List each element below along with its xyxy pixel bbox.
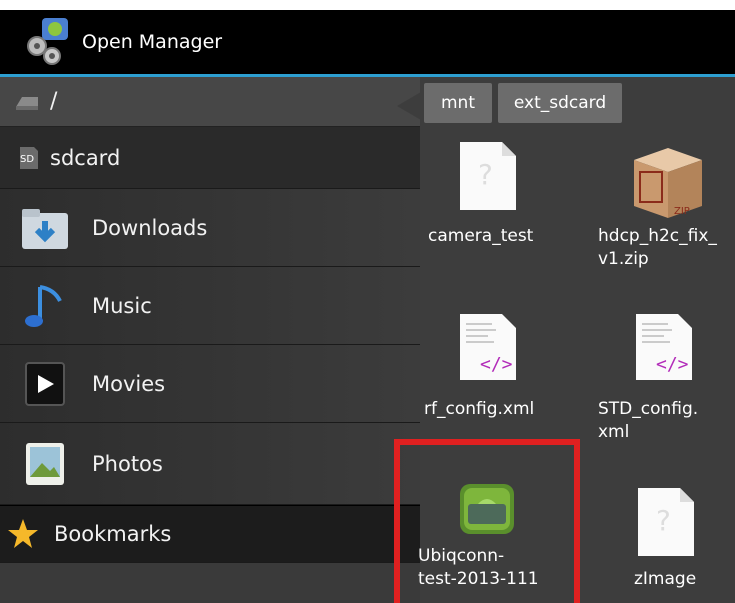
star-icon	[6, 517, 40, 551]
movie-play-icon	[20, 359, 70, 409]
sidebar-item-downloads[interactable]: Downloads	[0, 189, 420, 267]
svg-text:ZIP: ZIP	[674, 206, 690, 217]
xml-file-icon[interactable]: </>	[458, 312, 518, 386]
sidebar-item-movies[interactable]: Movies	[0, 345, 420, 423]
title-bar: Open Manager	[0, 10, 735, 74]
file-name[interactable]: zImage	[634, 568, 696, 591]
drive-icon	[14, 93, 40, 111]
sidebar-item-label: Movies	[92, 371, 166, 396]
file-name[interactable]: hdcp_h2c_fix_ v1.zip	[598, 225, 735, 271]
sidebar-item-label: Photos	[92, 451, 163, 476]
sidebar-item-label: Downloads	[92, 215, 208, 240]
app-title: Open Manager	[82, 31, 223, 53]
sidebar: / SD sdcard Downloads Music Movies Photo…	[0, 77, 420, 603]
sidebar-item-label: /	[50, 89, 58, 114]
svg-text:?: ?	[478, 158, 493, 191]
xml-file-icon[interactable]: </>	[634, 312, 694, 386]
unknown-file-icon[interactable]: ?	[636, 486, 696, 562]
music-note-icon	[20, 281, 70, 331]
highlight-box	[394, 439, 580, 603]
sidebar-item-label: Bookmarks	[54, 522, 172, 546]
gears-android-icon[interactable]	[22, 16, 74, 68]
file-name[interactable]: camera_test	[428, 225, 533, 248]
sidebar-item-bookmarks[interactable]: Bookmarks	[0, 505, 420, 563]
svg-text:</>: </>	[656, 354, 689, 375]
file-name[interactable]: rf_config.xml	[424, 398, 534, 421]
breadcrumb-ext-sdcard[interactable]: ext_sdcard	[498, 83, 622, 123]
photo-icon	[20, 439, 70, 489]
sidebar-item-label: Music	[92, 293, 152, 318]
pane-pointer	[397, 92, 421, 120]
sidebar-empty-row	[0, 563, 420, 603]
sdcard-badge: SD	[20, 153, 35, 165]
sidebar-item-label: sdcard	[50, 145, 121, 170]
breadcrumb-mnt[interactable]: mnt	[424, 83, 492, 123]
svg-text:?: ?	[656, 504, 671, 537]
svg-text:</>: </>	[480, 354, 513, 375]
downloads-folder-icon	[20, 203, 70, 253]
sdcard-icon: SD	[18, 145, 40, 171]
file-name[interactable]: STD_config. xml	[598, 398, 698, 444]
zip-box-icon[interactable]: ZIP	[626, 138, 710, 226]
sidebar-item-sdcard[interactable]: SD sdcard	[0, 127, 420, 189]
unknown-file-icon[interactable]: ?	[458, 140, 518, 216]
sidebar-item-music[interactable]: Music	[0, 267, 420, 345]
sidebar-item-photos[interactable]: Photos	[0, 423, 420, 505]
sidebar-item-root[interactable]: /	[0, 77, 420, 127]
